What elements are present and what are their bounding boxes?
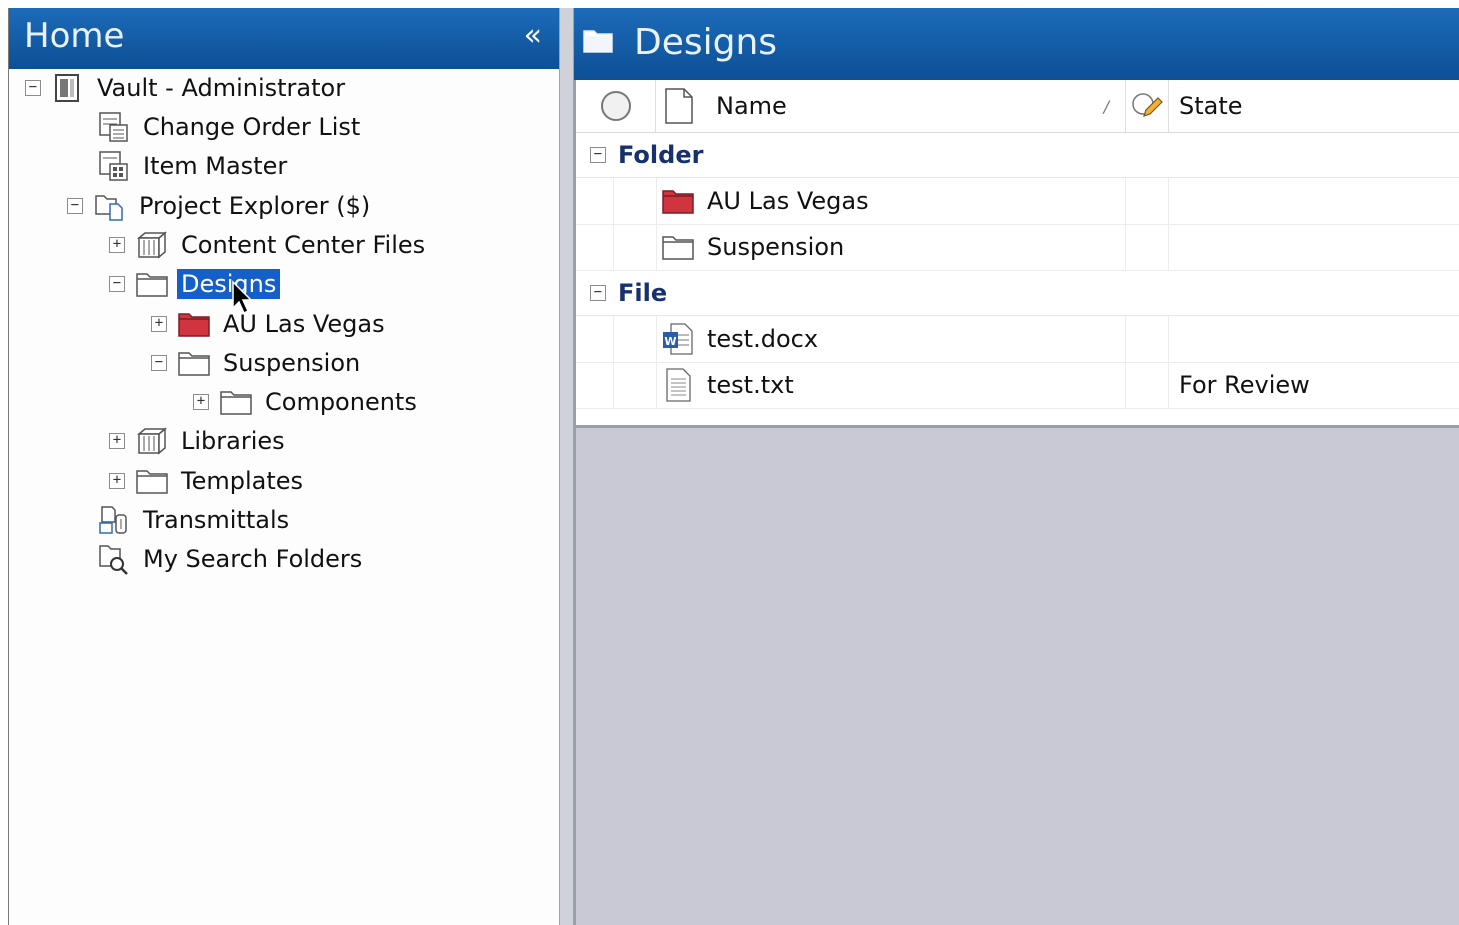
collapse-pane-button[interactable]: « [524, 18, 542, 53]
state-column-label: State [1179, 92, 1243, 120]
navigation-pane: Home « − Vault - Administrator Change Or… [8, 8, 560, 925]
folder-icon [661, 233, 695, 261]
word-doc-icon: W [661, 322, 695, 356]
red-folder-icon [661, 187, 695, 215]
navigation-header: Home « [9, 8, 560, 69]
search-folders-icon [97, 542, 131, 576]
red-folder-icon [177, 307, 211, 341]
row-name: Suspension [707, 233, 845, 261]
state-column-header[interactable]: State [1169, 80, 1459, 132]
tree-item-change-order-list[interactable]: Change Order List [71, 109, 364, 145]
tree-item-suspension[interactable]: − Suspension [151, 345, 364, 381]
tree-item-components[interactable]: + Components [193, 384, 421, 420]
pane-splitter[interactable] [559, 8, 574, 925]
row-name: test.docx [707, 325, 819, 353]
grid-header: Name / State [576, 80, 1459, 133]
expand-toggle[interactable]: + [109, 433, 125, 449]
text-file-icon [661, 367, 695, 403]
svg-text:W: W [664, 335, 676, 348]
preview-area [574, 428, 1459, 925]
tree-item-my-search-folders[interactable]: My Search Folders [71, 541, 366, 577]
tree-item-label: Designs [177, 269, 281, 299]
tree-item-label: Libraries [181, 427, 285, 455]
name-column-header[interactable]: Name / [656, 80, 1126, 132]
table-row[interactable]: Suspension [576, 224, 1459, 271]
tree-item-label: Components [265, 388, 417, 416]
group-header-file[interactable]: − File [576, 271, 1459, 316]
collapse-toggle[interactable]: − [590, 285, 606, 301]
vault-icon [51, 71, 85, 105]
collapse-toggle[interactable]: − [109, 276, 125, 292]
status-column-header[interactable] [576, 80, 656, 132]
sort-indicator: / [1103, 96, 1109, 116]
tree-item-au-las-vegas[interactable]: + AU Las Vegas [151, 306, 389, 342]
folder-icon [582, 28, 614, 58]
navigation-title: Home [24, 16, 125, 56]
collapse-toggle[interactable]: − [151, 355, 167, 371]
group-label: File [618, 279, 668, 307]
tree-item-label: Change Order List [143, 113, 361, 141]
row-name: AU Las Vegas [707, 187, 869, 215]
tree-item-templates[interactable]: + Templates [109, 463, 307, 499]
name-column-label: Name [716, 92, 787, 120]
document-icon [665, 88, 693, 124]
group-label: Folder [618, 141, 704, 169]
content-header: Designs [574, 8, 1459, 80]
library-folder-icon [135, 228, 169, 262]
tree-item-label: Transmittals [143, 506, 290, 534]
group-header-folder[interactable]: − Folder [576, 133, 1459, 178]
folder-icon [177, 346, 211, 380]
row-state: For Review [1179, 371, 1310, 399]
table-row[interactable]: W test.docx [576, 316, 1459, 363]
expand-toggle[interactable]: + [193, 394, 209, 410]
expand-toggle[interactable]: + [109, 237, 125, 253]
tree-item-label: Vault - Administrator [97, 74, 346, 102]
item-master-icon [97, 149, 131, 183]
tree-item-label: Project Explorer ($) [139, 192, 371, 220]
tree-item-transmittals[interactable]: Transmittals [71, 502, 293, 538]
table-row[interactable]: test.txt For Review [576, 362, 1459, 409]
tree-item-content-center-files[interactable]: + Content Center Files [109, 227, 429, 263]
table-row[interactable]: AU Las Vegas [576, 178, 1459, 225]
status-circle-icon [600, 91, 631, 121]
content-pane: Designs Name / State − Folder AU Las Veg… [574, 8, 1459, 925]
file-grid: Name / State − Folder AU Las Vegas Suspe… [574, 80, 1459, 428]
change-order-list-icon [97, 110, 131, 144]
expand-toggle[interactable]: + [109, 473, 125, 489]
collapse-toggle[interactable]: − [25, 80, 41, 96]
mouse-cursor-icon [232, 280, 253, 315]
tree-item-vault[interactable]: − Vault - Administrator [25, 70, 349, 106]
tree-item-libraries[interactable]: + Libraries [109, 423, 289, 459]
library-folder-icon [135, 424, 169, 458]
tree-item-label: My Search Folders [143, 545, 363, 573]
folder-icon [135, 267, 169, 301]
pencil-edit-icon [1132, 93, 1163, 117]
folder-icon [219, 385, 253, 419]
collapse-toggle[interactable]: − [590, 147, 606, 163]
transmittals-icon [97, 503, 131, 537]
edit-column-header[interactable] [1126, 80, 1169, 132]
tree-item-label: Content Center Files [181, 231, 426, 259]
collapse-toggle[interactable]: − [67, 198, 83, 214]
folder-icon [135, 464, 169, 498]
tree-item-item-master[interactable]: Item Master [71, 148, 291, 184]
tree-item-label: Suspension [223, 349, 361, 377]
row-name: test.txt [707, 371, 794, 399]
tree-item-label: Templates [181, 467, 304, 495]
expand-toggle[interactable]: + [151, 316, 167, 332]
tree-item-label: Item Master [143, 152, 288, 180]
tree-item-project-explorer[interactable]: − Project Explorer ($) [67, 188, 374, 224]
project-explorer-icon [93, 189, 127, 223]
content-title: Designs [634, 22, 778, 63]
